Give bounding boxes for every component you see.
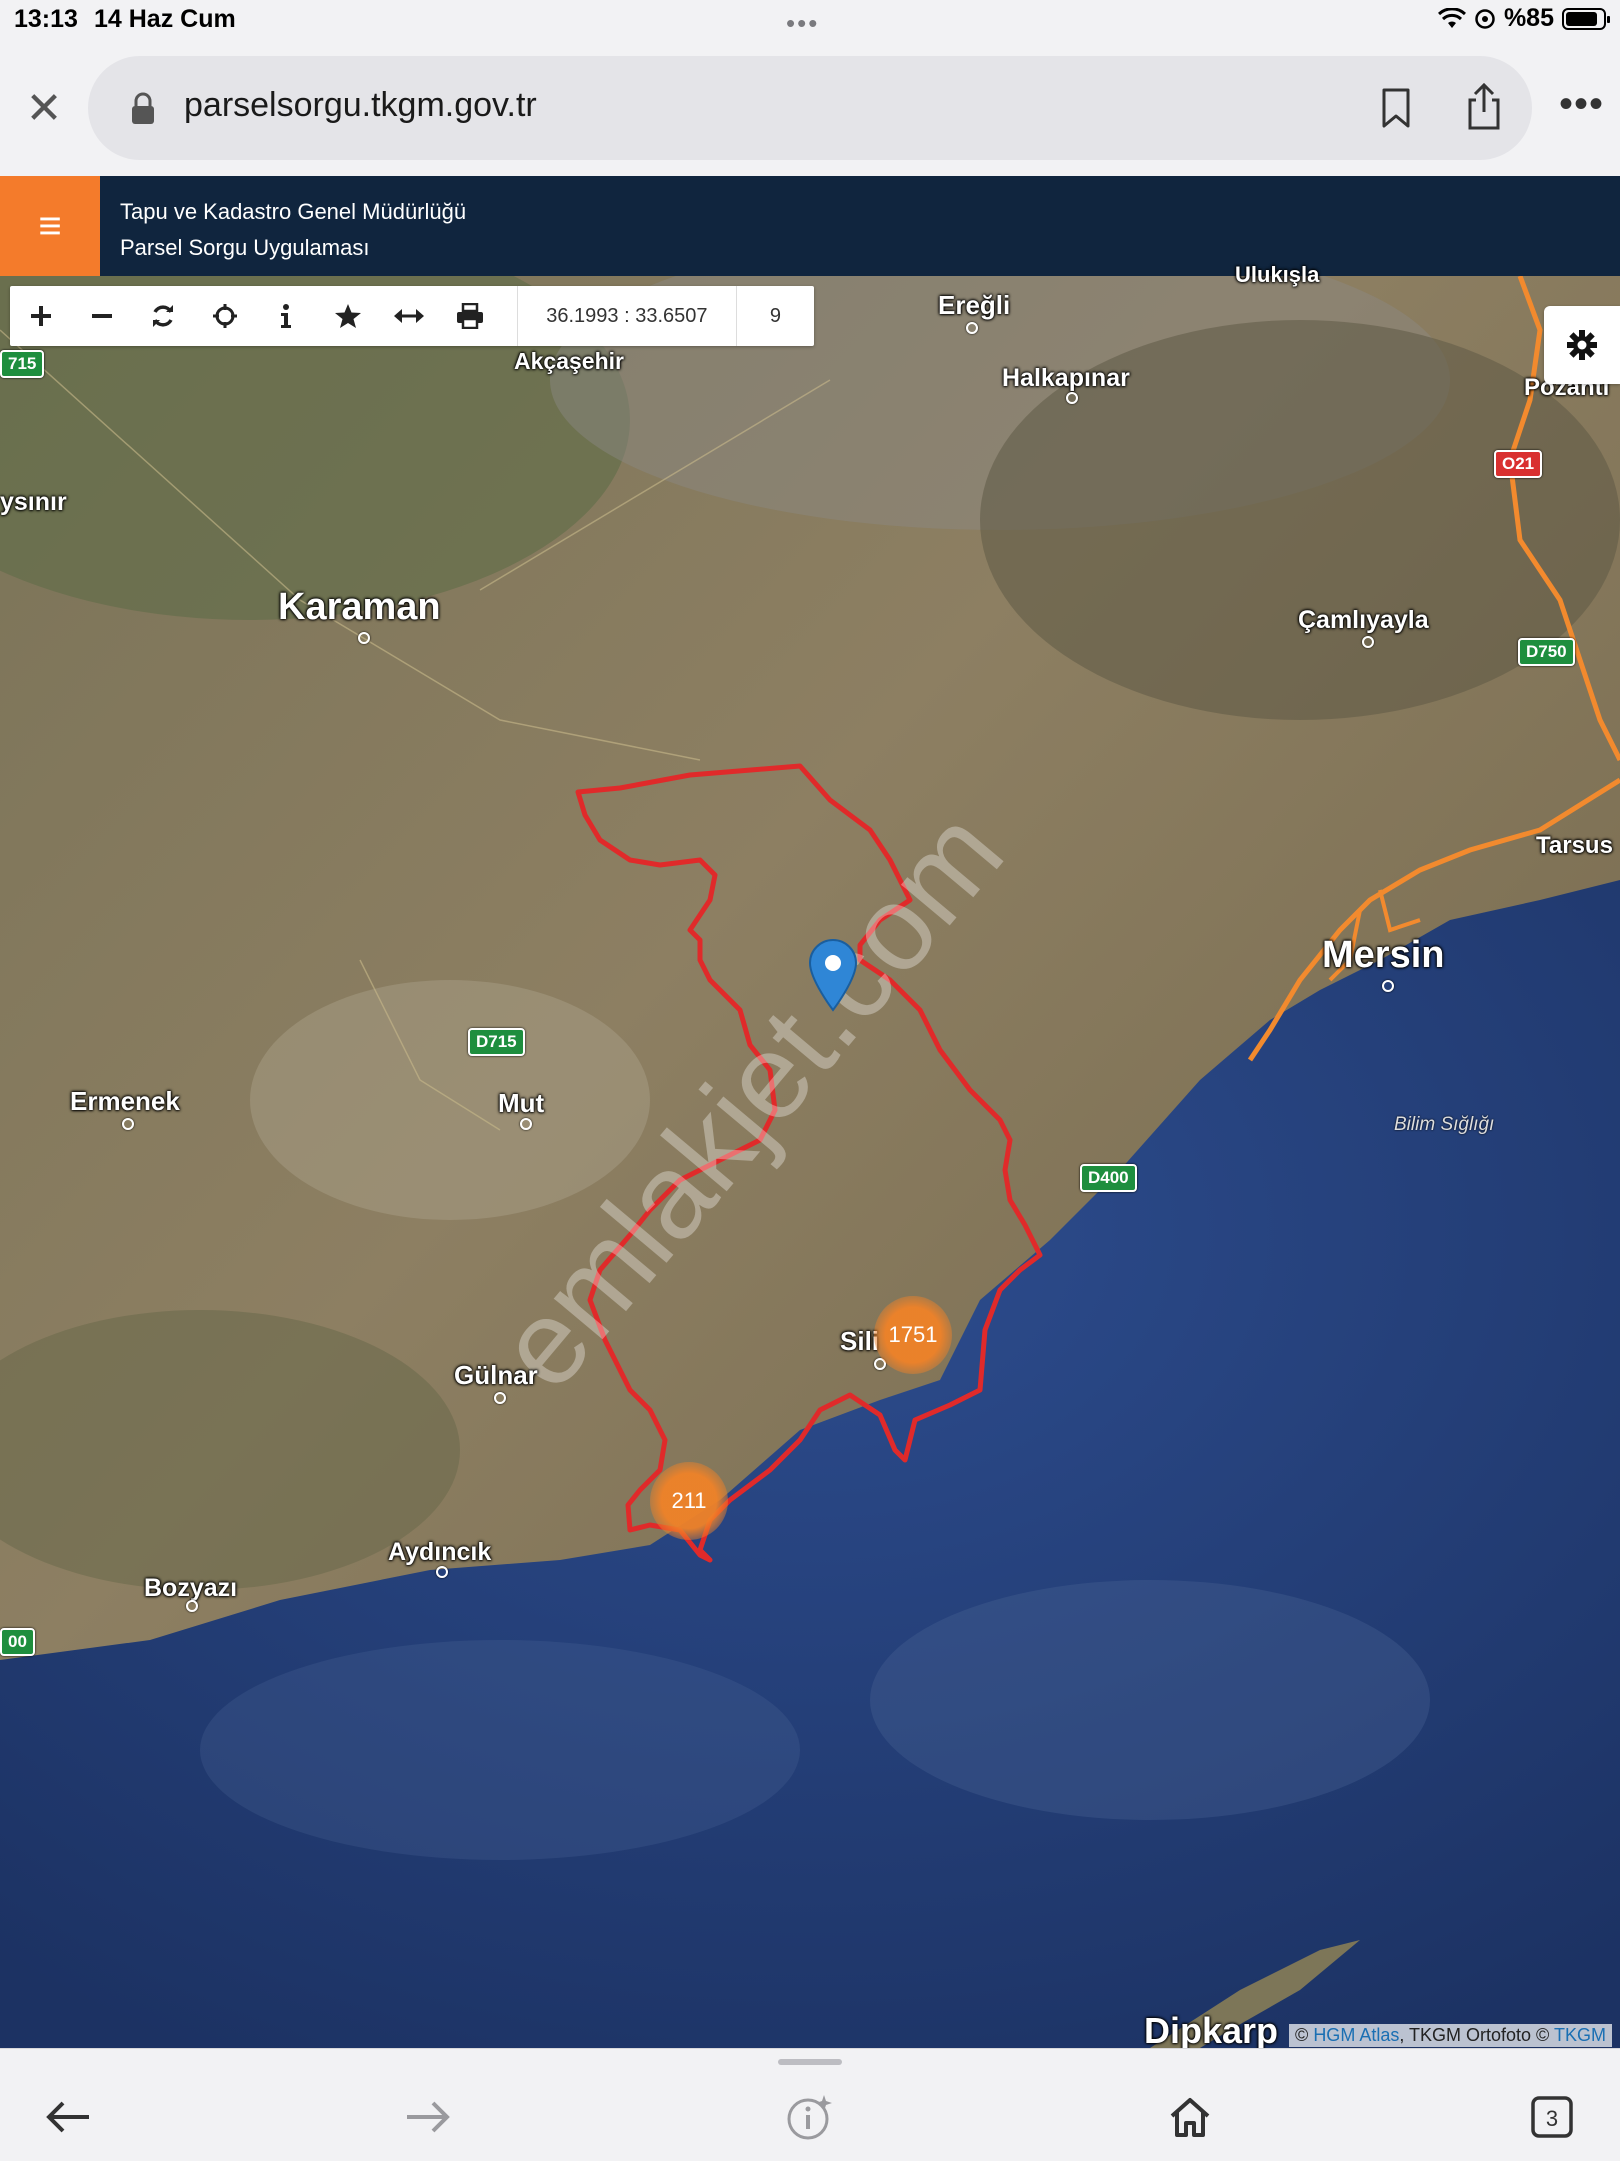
home-button[interactable]: [1162, 2093, 1218, 2141]
location-pin-icon[interactable]: [808, 938, 858, 1012]
place-dipkarpaz: Dipkarp: [1144, 2010, 1279, 2051]
lock-icon: [132, 92, 154, 124]
zoom-out-button[interactable]: [71, 286, 132, 346]
close-icon[interactable]: ✕: [24, 87, 64, 131]
status-indicators: %85: [1437, 4, 1610, 33]
coordinates-display: 36.1993 : 33.6507: [517, 286, 737, 346]
info-icon: [281, 304, 292, 328]
satellite-imagery: [0, 276, 1620, 2048]
status-bar: 13:13 14 Haz Cum ••• %85: [0, 0, 1620, 44]
place-dot: [494, 1392, 506, 1404]
status-date: 14 Haz Cum: [94, 5, 236, 33]
browser-url-bar: ✕ parselsorgu.tkgm.gov.tr •••: [0, 44, 1620, 176]
place-dot: [1382, 980, 1394, 992]
place-dot: [186, 1600, 198, 1612]
place-aysinir: ysınır: [0, 488, 67, 516]
header-title: Tapu ve Kadastro Genel Müdürlüğü Parsel …: [120, 194, 466, 266]
tab-count: 3: [1546, 2106, 1558, 2131]
tabs-icon: 3: [1531, 2096, 1573, 2138]
favorites-button[interactable]: [317, 286, 378, 346]
place-karaman: Karaman: [278, 586, 441, 628]
crosshair-icon: [212, 304, 237, 328]
place-mut: Mut: [498, 1088, 545, 1118]
place-halkapinar: Halkapınar: [1002, 364, 1130, 392]
place-ermenek: Ermenek: [70, 1086, 180, 1116]
wifi-icon: [1437, 7, 1466, 28]
gear-icon: [1567, 330, 1597, 360]
battery-percent: %85: [1503, 4, 1554, 32]
browser-bottom-bar: 3: [0, 2048, 1620, 2161]
place-akcasehir: Akçaşehir: [514, 348, 624, 374]
forward-button[interactable]: [400, 2093, 456, 2141]
location-lock-icon: [1475, 8, 1495, 29]
address-field[interactable]: parselsorgu.tkgm.gov.tr: [88, 56, 1532, 160]
measure-button[interactable]: [378, 286, 439, 346]
hamburger-menu-button[interactable]: ≡: [0, 176, 100, 276]
settings-button[interactable]: [1544, 306, 1620, 384]
info-button[interactable]: [256, 286, 317, 346]
place-dot: [1066, 392, 1078, 404]
place-dot: [436, 1566, 448, 1578]
zoom-in-button[interactable]: [10, 286, 71, 346]
road-shield-d400: D400: [1080, 1164, 1137, 1192]
tabs-button[interactable]: 3: [1524, 2093, 1580, 2141]
print-button[interactable]: [440, 286, 501, 346]
reader-assistant-button[interactable]: [782, 2093, 838, 2141]
road-shield-d715: D715: [468, 1028, 525, 1056]
place-ulukisla: Ulukışla: [1235, 262, 1320, 287]
sea-label: Bilim Sığlığı: [1394, 1114, 1495, 1135]
zoom-level: 9: [769, 304, 781, 327]
attribution-middle: , TKGM Ortofoto ©: [1399, 2025, 1550, 2045]
app-header: ≡ Tapu ve Kadastro Genel Müdürlüğü Parse…: [0, 176, 1620, 276]
attribution-prefix: ©: [1295, 2025, 1309, 2045]
plus-icon: [30, 306, 51, 326]
road-shield-d715: 715: [0, 350, 45, 378]
map-toolbar: 36.1993 : 33.6507 9: [10, 286, 814, 346]
arrows-horizontal-icon: [393, 309, 424, 323]
url-text: parselsorgu.tkgm.gov.tr: [184, 86, 537, 124]
share-icon[interactable]: [1462, 82, 1506, 132]
print-icon: [457, 303, 484, 329]
place-dot: [966, 322, 978, 334]
locate-button[interactable]: [194, 286, 255, 346]
marker-cluster[interactable]: 1751: [874, 1296, 952, 1374]
battery-icon: [1562, 7, 1610, 30]
app-name: Parsel Sorgu Uygulaması: [120, 235, 370, 260]
refresh-button[interactable]: [133, 286, 194, 346]
tkgm-link[interactable]: TKGM: [1554, 2025, 1606, 2045]
place-gulnar: Gülnar: [454, 1360, 538, 1390]
place-aydincik: Aydıncık: [388, 1538, 492, 1566]
more-options-icon[interactable]: •••: [1559, 84, 1604, 124]
place-dot: [358, 632, 370, 644]
arrow-right-icon: [407, 2101, 450, 2133]
status-time: 13:13: [14, 5, 78, 33]
home-indicator: [778, 2059, 842, 2065]
multitask-dots-icon[interactable]: •••: [786, 8, 819, 39]
map-canvas[interactable]: emlakjet.com: [0, 276, 1620, 2048]
place-dot: [1362, 636, 1374, 648]
place-camliyayla: Çamlıyayla: [1298, 606, 1429, 634]
marker-cluster[interactable]: 211: [650, 1462, 728, 1540]
minus-icon: [92, 314, 113, 318]
org-name: Tapu ve Kadastro Genel Müdürlüğü: [120, 199, 467, 224]
back-button[interactable]: [40, 2093, 96, 2141]
place-eregli: Ereğli: [938, 290, 1011, 320]
place-dot: [520, 1118, 532, 1130]
place-tarsus: Tarsus: [1536, 832, 1613, 859]
road-shield-d400: 00: [0, 1628, 35, 1656]
hgm-atlas-link[interactable]: HGM Atlas: [1313, 2025, 1399, 2045]
road-shield-d750: D750: [1518, 638, 1575, 666]
home-icon: [1170, 2098, 1210, 2137]
star-icon: [334, 304, 361, 328]
place-mersin: Mersin: [1322, 934, 1445, 976]
bookmark-icon[interactable]: [1376, 86, 1416, 130]
place-dot: [122, 1118, 134, 1130]
place-bozyazi: Bozyazı: [144, 1574, 238, 1602]
info-sparkle-icon: [787, 2095, 832, 2140]
road-shield-o21: O21: [1494, 450, 1543, 478]
refresh-icon: [153, 305, 174, 327]
map-attribution: © HGM Atlas, TKGM Ortofoto © TKGM: [1289, 2024, 1612, 2047]
arrow-left-icon: [46, 2101, 89, 2133]
